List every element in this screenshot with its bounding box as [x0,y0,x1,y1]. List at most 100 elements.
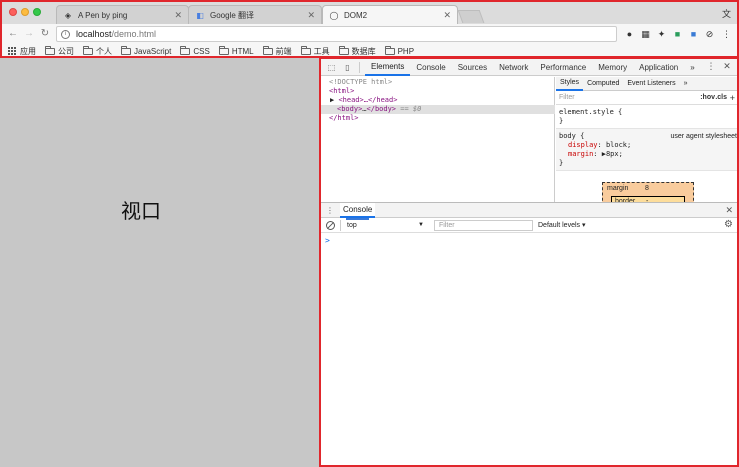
dom-body-node[interactable]: <body>…</body> == $0 [337,105,421,114]
minimize-window-button[interactable] [21,8,29,16]
dom-doctype[interactable]: <!DOCTYPE html> [329,78,392,87]
prompt-chevron: > [325,236,330,245]
qr-code-icon[interactable]: ▦ [640,29,651,40]
maximize-window-button[interactable] [33,8,41,16]
tab-console[interactable]: Console [410,59,451,76]
page-viewport[interactable]: 视口 [0,58,319,467]
device-toolbar-icon[interactable]: ▯ [342,62,353,73]
close-icon[interactable]: ✕ [174,10,182,21]
tab-strip: ◈ A Pen by ping ✕ ◧ Google 翻译 ✕ ◯ DOM2 ✕… [2,2,737,24]
bookmark-folder[interactable]: CSS [180,45,210,56]
bookmark-folder[interactable]: 个人 [83,45,112,57]
folder-icon [180,45,191,55]
tab-sources[interactable]: Sources [452,59,493,76]
close-icon[interactable]: ✕ [307,10,315,21]
tab-title: Google 翻译 [210,10,255,20]
address-bar[interactable]: i localhost/demo.html [56,26,617,42]
style-property[interactable]: margin: ▶8px; [559,150,734,159]
forward-icon[interactable]: → [23,27,35,40]
inspect-element-icon[interactable]: ⬚ [326,62,337,73]
drawer-menu-icon[interactable]: ⋮ [324,206,336,215]
tab-event-listeners[interactable]: Event Listeners [623,77,679,91]
address-host: localhost [76,29,112,39]
tab-memory[interactable]: Memory [592,59,633,76]
bookmark-apps[interactable]: 应用 [8,46,36,57]
dom-html-close[interactable]: </html> [329,114,359,123]
extension-green-icon[interactable]: ■ [672,29,683,40]
expand-arrow-icon[interactable]: ▶ [330,96,334,104]
extension-record-icon[interactable]: ● [624,29,635,40]
folder-icon [262,45,273,55]
new-rule-icon[interactable]: + [730,93,735,103]
context-selector[interactable]: top ▼ [340,220,430,231]
globe-icon: ◯ [329,10,339,20]
close-drawer-icon[interactable]: ✕ [725,205,733,216]
body-style-rule[interactable]: body { user agent stylesheet display: bl… [556,129,737,171]
tab-application[interactable]: Application [633,59,684,76]
extension-blue-icon[interactable]: ■ [688,29,699,40]
close-window-button[interactable] [9,8,17,16]
back-icon[interactable]: ← [7,27,19,40]
styles-tabbar: Styles Computed Event Listeners » [556,77,737,91]
kebab-menu-icon[interactable]: ⋮ [705,61,717,72]
margin-value[interactable]: 8 [645,185,649,192]
bookmark-folder[interactable]: JavaScript [121,45,171,56]
console-prompt[interactable]: > [321,233,737,248]
folder-icon [338,45,349,55]
blocker-icon[interactable]: ⊘ [704,29,715,40]
apps-icon [8,46,17,56]
console-toolbar: top ▼ Filter Default levels ▾ ⚙ [321,218,737,233]
folder-icon [83,45,93,55]
more-tabs-chevron-icon[interactable]: » [680,77,692,91]
folder-icon [384,45,395,55]
browser-chrome: ◈ A Pen by ping ✕ ◧ Google 翻译 ✕ ◯ DOM2 ✕… [0,0,739,58]
new-tab-button[interactable] [457,10,485,23]
info-icon[interactable]: i [61,29,70,39]
console-filter-input[interactable]: Filter [434,220,533,231]
extension-icon[interactable]: ✦ [656,29,667,40]
tab-performance[interactable]: Performance [534,59,592,76]
codepen-icon: ◈ [64,10,72,20]
dom-html-open[interactable]: <html> [329,87,354,96]
bookmark-folder[interactable]: PHP [384,45,414,56]
styles-sidebar: Styles Computed Event Listeners » Filter… [556,77,737,208]
clear-console-icon[interactable] [326,220,335,230]
close-devtools-icon[interactable]: ✕ [721,61,733,72]
bookmarks-bar: 应用 公司 个人 JavaScript CSS HTML 前端 工具 数据库 P… [2,44,737,57]
tab-console-drawer[interactable]: Console [340,202,376,218]
tab-computed[interactable]: Computed [583,77,623,91]
viewport-label: 视口 [121,199,161,223]
folder-icon [121,45,131,55]
reload-icon[interactable]: ↻ [39,27,51,40]
tab-styles[interactable]: Styles [556,77,584,91]
browser-tab[interactable]: ◧ Google 翻译 ✕ [188,5,322,24]
profile-button[interactable]: 文 [722,7,731,20]
elements-tree: <!DOCTYPE html> <html> ▶ <head>…</head> … [321,77,555,220]
folder-icon [300,45,311,55]
log-levels-dropdown[interactable]: Default levels ▾ [538,220,585,231]
class-toggle[interactable]: .cls [715,94,727,101]
hover-state-toggle[interactable]: :hov [700,94,715,101]
folder-icon [45,45,55,55]
menu-icon[interactable]: ⋮ [721,29,732,40]
folder-icon [218,45,229,55]
tab-network[interactable]: Network [493,59,534,76]
browser-tab[interactable]: ◈ A Pen by ping ✕ [56,5,189,24]
bookmark-folder[interactable]: 工具 [300,45,330,57]
tab-title: DOM2 [344,10,368,20]
element-style-rule[interactable]: element.style { } [556,105,737,129]
bookmark-folder[interactable]: 公司 [45,45,74,57]
devtools-tabbar: ⬚ ▯ Elements Console Sources Network Per… [321,59,737,76]
bookmark-folder[interactable]: 数据库 [338,45,376,57]
style-property[interactable]: display: block; [559,141,734,150]
styles-filter-input[interactable]: Filter :hov .cls + [556,91,737,105]
bookmark-folder[interactable]: 前端 [262,45,292,57]
close-icon[interactable]: ✕ [443,10,451,21]
gear-icon[interactable]: ⚙ [724,219,733,230]
more-tabs-chevron-icon[interactable]: » [684,59,700,76]
translate-icon: ◧ [196,10,204,20]
browser-tab-active[interactable]: ◯ DOM2 ✕ [322,5,458,24]
tab-elements[interactable]: Elements [365,59,411,76]
bookmark-folder[interactable]: HTML [218,45,254,56]
dom-head-node[interactable]: ▶ <head>…</head> [330,96,397,105]
